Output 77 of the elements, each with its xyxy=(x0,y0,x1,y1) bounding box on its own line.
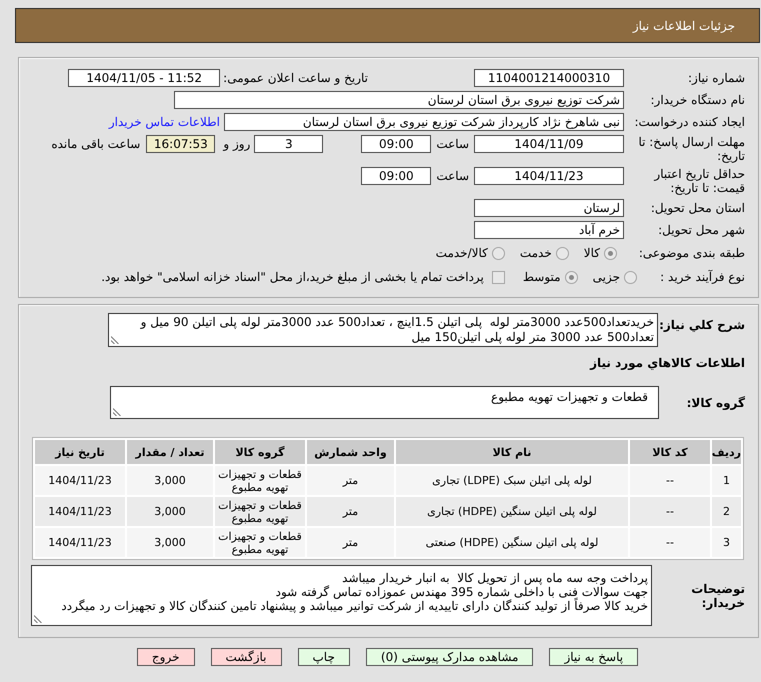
table-cell: قطعات و تجهیزات تهویه مطبوع xyxy=(215,497,305,526)
radio-label: کالا/خدمت xyxy=(436,245,488,262)
page-title: جزئیات اطلاعات نیاز xyxy=(632,18,735,32)
column-header: کد کالا xyxy=(630,440,710,464)
time-label: ساعت xyxy=(436,136,469,153)
table-cell: متر xyxy=(307,528,394,557)
field-label: حداقل تاریخ اعتبار قیمت: تا تاریخ: xyxy=(652,167,745,195)
validity-date-field: 1404/11/23 xyxy=(474,167,624,185)
field-label: نوع فرآیند خرید : xyxy=(659,269,745,286)
table-cell: 1404/11/23 xyxy=(35,466,125,495)
field-label: طبقه بندی موضوعی: xyxy=(638,245,745,262)
time-label: ساعت xyxy=(436,168,469,185)
city-field: خرم آباد xyxy=(474,221,624,239)
announcement-date-field: 1404/11/05 - 11:52 xyxy=(68,69,220,87)
table-cell: متر xyxy=(307,497,394,526)
radio-label: متوسط xyxy=(522,269,561,286)
resize-grip-icon[interactable] xyxy=(111,336,119,344)
field-label: نام دستگاه خریدار: xyxy=(650,92,745,109)
table-cell: لوله پلی اتیلن سبک (LDPE) تجاری xyxy=(396,466,628,495)
requester-field: نبی شاهرخ نژاد کارپرداز شرکت توزیع نیروی برق استان لرستان xyxy=(224,113,624,131)
table-cell: -- xyxy=(630,497,710,526)
print-button[interactable]: چاپ xyxy=(298,648,350,666)
back-button[interactable]: بازگشت xyxy=(210,648,282,666)
days-label: روز و xyxy=(223,136,250,153)
reply-button[interactable]: پاسخ به نیاز xyxy=(549,648,638,666)
remaining-time-label: ساعت باقی مانده xyxy=(51,136,140,153)
buyer-org-field: شرکت توزیع نیروی برق استان لرستان xyxy=(174,91,624,109)
table-cell: 1404/11/23 xyxy=(35,528,125,557)
column-header: تاریخ نیاز xyxy=(35,440,125,464)
field-label: ایجاد کننده درخواست: xyxy=(633,114,745,131)
table-cell: متر xyxy=(307,466,394,495)
table-cell: 3,000 xyxy=(127,466,213,495)
table-cell: -- xyxy=(630,466,710,495)
resize-grip-icon[interactable] xyxy=(113,408,121,416)
table-cell: 3 xyxy=(712,528,741,557)
radio-label: خدمت xyxy=(520,245,552,262)
radio-label: کالا xyxy=(584,245,600,262)
column-header: ردیف xyxy=(712,440,741,464)
remaining-days-field: 3 xyxy=(254,135,324,153)
table-cell: 2 xyxy=(712,497,741,526)
field-label: شرح کلي نياز: xyxy=(658,317,745,333)
exit-button[interactable]: خروج xyxy=(136,648,194,666)
table-cell: لوله پلی اتیلن سنگین (HDPE) تجاری xyxy=(396,497,628,526)
buyer-notes-field: پرداخت وجه سه ماه پس از تحویل کالا به انبار خریدار میباشد جهت سوالات فنی با داخلی شماره 395 مهندس عموزاده تماس گرفته شود خرید کالا صرفاً از تولید کنندگان دارای تاییدیه از شرکت توانیر میباشد و پیشنهاد تامین کنندگان کالا و تجهیزات رد میگردد xyxy=(31,565,652,626)
table-cell: لوله پلی اتیلن سنگین (HDPE) صنعتی xyxy=(396,528,628,557)
resize-grip-icon[interactable] xyxy=(34,615,42,623)
table-cell: -- xyxy=(630,528,710,557)
field-label: مهلت ارسال پاسخ: تا تاریخ: xyxy=(637,135,745,163)
field-label: شماره نیاز: xyxy=(687,70,745,87)
table-cell: قطعات و تجهیزات تهویه مطبوع xyxy=(215,528,305,557)
field-label: استان محل تحویل: xyxy=(650,200,745,217)
field-label: توضیحات خریدار: xyxy=(690,582,745,610)
table-cell: 1 xyxy=(712,466,741,495)
checkbox-label: پرداخت تمام یا بخشی از مبلغ خرید،از محل "اسناد خزانه اسلامی" خواهد بود. xyxy=(101,269,484,286)
column-header: واحد شمارش xyxy=(307,440,394,464)
goods-group-field: قطعات و تجهیزات تهویه مطبوع xyxy=(110,386,659,419)
column-header: تعداد / مقدار xyxy=(127,440,213,464)
field-label: گروه کالا: xyxy=(686,396,745,410)
validity-time-field: 09:00 xyxy=(361,167,432,185)
description-field: خریدتعداد500عدد 3000متر لوله پلی اتیلن 1.5اینچ ، تعداد500 عدد 3000متر لوله پلی اتیلن 90 میل و تعداد500 عدد 3000 متر لوله پلی اتیلن150 میل xyxy=(108,313,658,347)
table-cell: قطعات و تجهیزات تهویه مطبوع xyxy=(215,466,305,495)
column-header: گروه کالا xyxy=(215,440,305,464)
column-header: نام کالا xyxy=(396,440,628,464)
radio-label: جزیی xyxy=(592,269,620,286)
province-field: لرستان xyxy=(474,199,624,217)
attachments-button[interactable]: مشاهده مدارک پیوستی (0) xyxy=(366,648,534,666)
section-heading: اطلاعات کالاهاي مورد نياز xyxy=(590,356,745,371)
field-label: تاریخ و ساعت اعلان عمومی: xyxy=(223,70,368,87)
remaining-time-field: 16:07:53 xyxy=(146,135,216,153)
field-label: شهر محل تحویل: xyxy=(657,222,745,239)
table-cell: 3,000 xyxy=(127,497,213,526)
table-cell: 3,000 xyxy=(127,528,213,557)
deadline-time-field: 09:00 xyxy=(361,135,432,153)
table-cell: 1404/11/23 xyxy=(35,497,125,526)
deadline-date-field: 1404/11/09 xyxy=(474,135,624,153)
need-number-field: 1104001214000310 xyxy=(474,69,624,87)
buyer-contact-link[interactable]: اطلاعات تماس خریدار xyxy=(108,113,220,131)
